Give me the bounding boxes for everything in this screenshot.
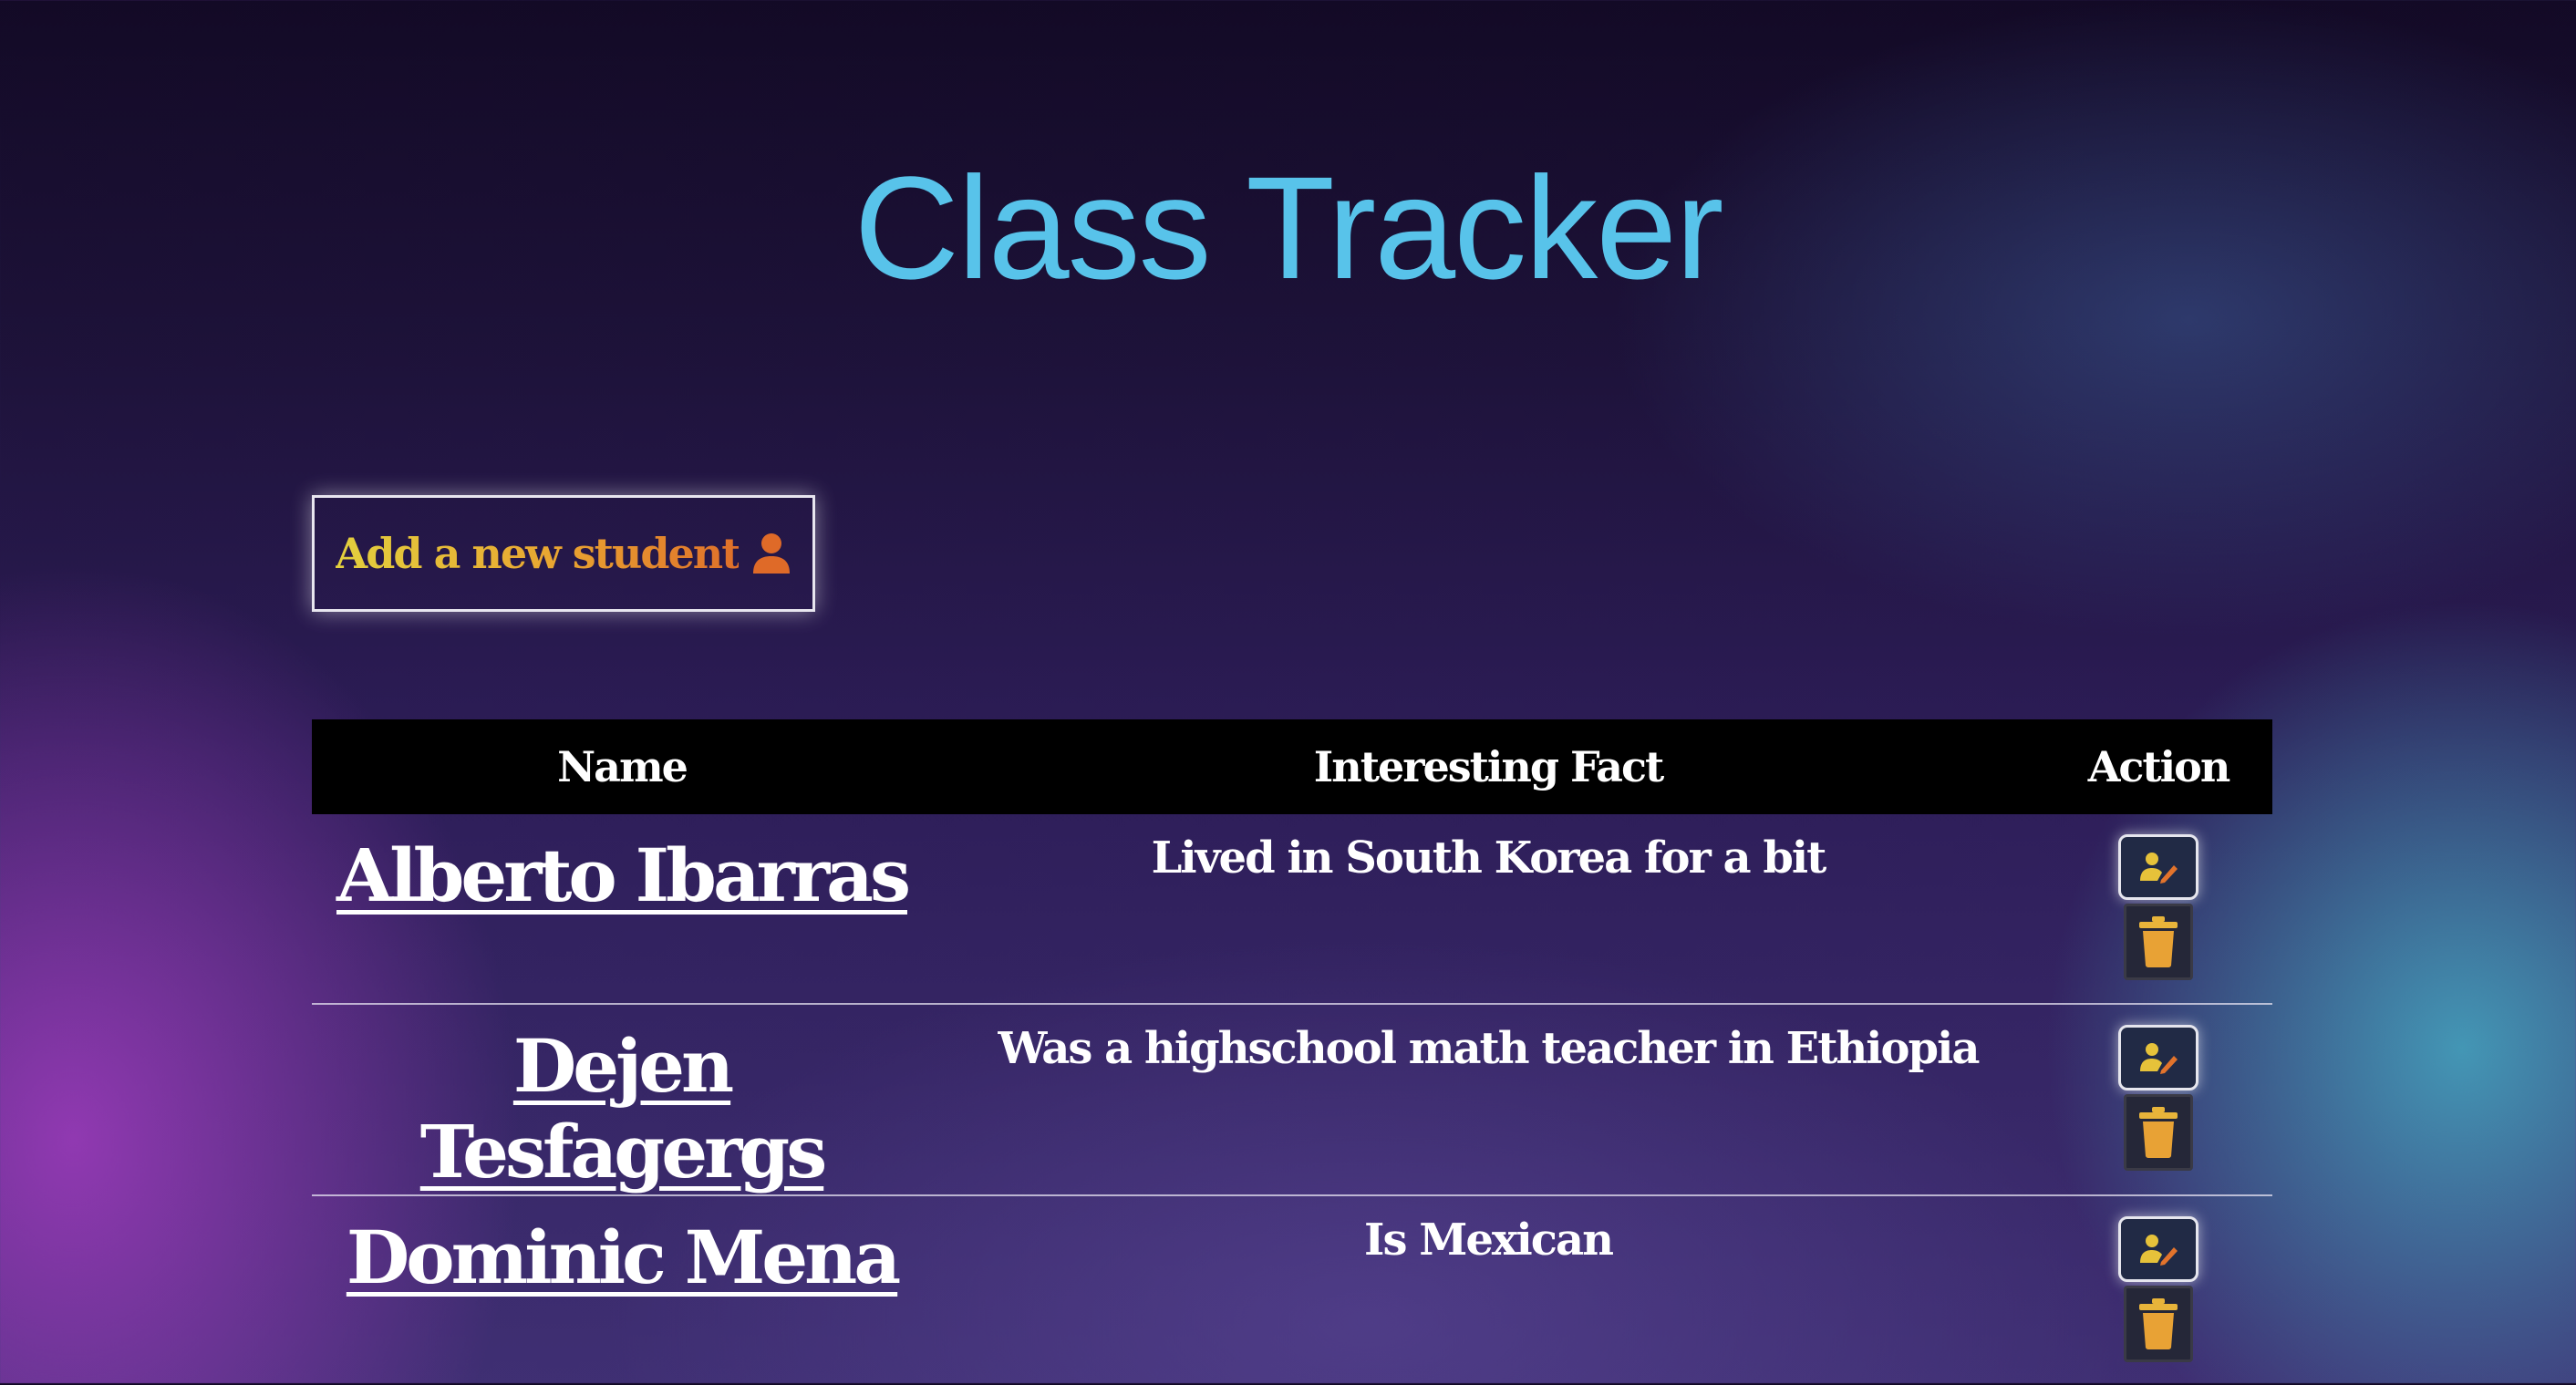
- edit-user-icon: [2140, 1235, 2178, 1266]
- action-cell: [2044, 1004, 2272, 1195]
- edit-user-icon: [2140, 853, 2178, 884]
- student-name-link[interactable]: Dominic Mena: [347, 1214, 901, 1300]
- name-cell: Dominic Mena: [312, 1195, 932, 1385]
- delete-student-button[interactable]: [2124, 1286, 2193, 1362]
- page-title: Class Tracker: [853, 146, 1724, 309]
- person-icon: [753, 533, 791, 574]
- name-cell: Dejen Tesfagergs: [312, 1004, 932, 1195]
- table-row: Alberto Ibarras Lived in South Korea for…: [312, 814, 2272, 1004]
- name-cell: Alberto Ibarras: [312, 814, 932, 1004]
- edit-student-button[interactable]: [2118, 1216, 2198, 1282]
- table-row: Dejen Tesfagergs Was a highschool math t…: [312, 1004, 2272, 1195]
- action-cell: [2044, 1195, 2272, 1385]
- table-row: Dominic Mena Is Mexican: [312, 1195, 2272, 1385]
- edit-user-icon: [2140, 1043, 2178, 1074]
- delete-student-button[interactable]: [2124, 904, 2193, 980]
- student-fact: Lived in South Korea for a bit: [1151, 832, 1827, 884]
- student-fact: Was a highschool math teacher in Ethiopi…: [998, 1023, 1981, 1074]
- add-student-button[interactable]: Add a new student: [312, 495, 815, 612]
- action-cell: [2044, 814, 2272, 1004]
- table-header-row: Name Interesting Fact Action: [312, 719, 2272, 814]
- students-table: Name Interesting Fact Action Alberto Iba…: [312, 719, 2272, 1385]
- edit-student-button[interactable]: [2118, 1025, 2198, 1090]
- trash-icon: [2139, 1298, 2178, 1349]
- fact-cell: Was a highschool math teacher in Ethiopi…: [932, 1004, 2044, 1195]
- delete-student-button[interactable]: [2124, 1094, 2193, 1171]
- student-fact: Is Mexican: [1364, 1214, 1614, 1266]
- column-header-fact: Interesting Fact: [1313, 742, 1664, 791]
- fact-cell: Is Mexican: [932, 1195, 2044, 1385]
- column-header-action: Action: [2087, 742, 2231, 791]
- add-student-label: Add a new student: [335, 529, 741, 578]
- trash-icon: [2139, 1107, 2178, 1158]
- column-header-name: Name: [557, 742, 688, 791]
- fact-cell: Lived in South Korea for a bit: [932, 814, 2044, 1004]
- student-name-link[interactable]: Dejen Tesfagergs: [312, 1023, 932, 1194]
- edit-student-button[interactable]: [2118, 834, 2198, 900]
- trash-icon: [2139, 916, 2178, 967]
- student-name-link[interactable]: Alberto Ibarras: [336, 832, 911, 918]
